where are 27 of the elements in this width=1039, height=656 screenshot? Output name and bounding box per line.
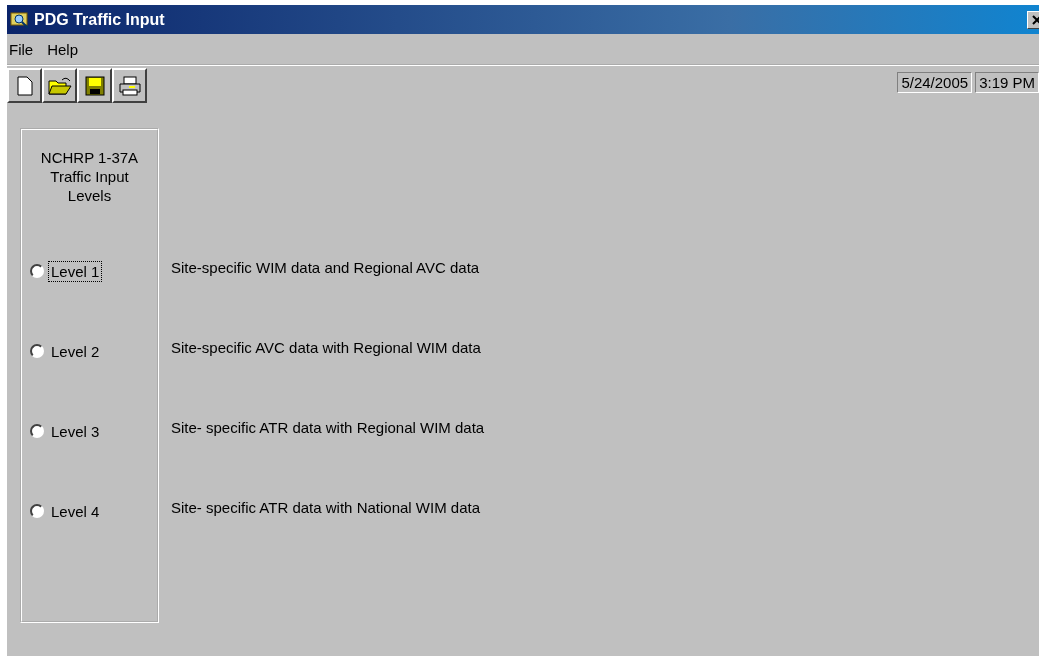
folder-icon <box>47 75 72 96</box>
status-time: 3:19 PM <box>975 72 1039 93</box>
level-description: Site-specific WIM data and Regional AVC data <box>171 258 481 278</box>
radio-label[interactable]: Level 2 <box>48 340 103 362</box>
toolbar-button[interactable] <box>7 68 42 103</box>
radio-button[interactable] <box>30 504 44 518</box>
new-document-icon <box>16 75 33 96</box>
toolbar-button[interactable] <box>112 68 147 103</box>
magnifier-icon <box>10 10 30 29</box>
menu-item[interactable]: Help <box>47 40 79 58</box>
level-description: Site-specific AVC data with Regional WIM data <box>171 338 482 358</box>
status-date: 5/24/2005 <box>897 72 973 93</box>
radio-button[interactable] <box>30 264 44 278</box>
toolbar-button[interactable] <box>42 68 77 103</box>
radio-button[interactable] <box>30 424 44 438</box>
level-description: Site- specific ATR data with Regional WIM data <box>171 418 485 438</box>
window-title: PDG Traffic Input <box>34 10 165 29</box>
menu-item[interactable]: File <box>9 40 34 58</box>
toolbar-button[interactable] <box>77 68 112 103</box>
printer-icon <box>118 75 141 96</box>
close-icon <box>1032 14 1039 25</box>
group-title: NCHRP 1-37A Traffic Input Levels <box>40 148 139 205</box>
radio-label[interactable]: Level 1 <box>48 260 103 282</box>
radio-label[interactable]: Level 3 <box>48 420 103 442</box>
level-description: Site- specific ATR data with National WIM data <box>171 498 481 518</box>
radio-label[interactable]: Level 4 <box>48 500 103 522</box>
radio-button[interactable] <box>30 344 44 358</box>
